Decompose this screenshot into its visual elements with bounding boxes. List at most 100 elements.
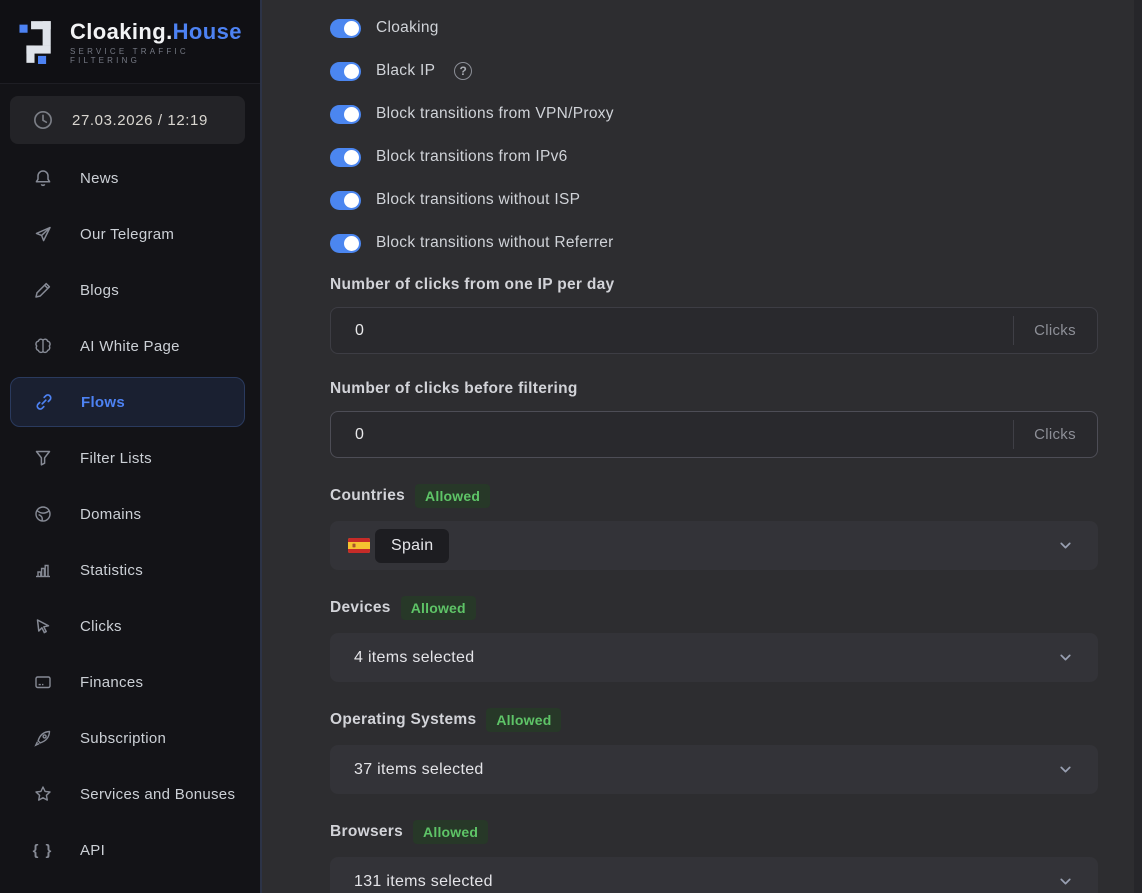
clicks-suffix: Clicks	[1013, 308, 1097, 353]
devices-label: Devices Allowed	[330, 596, 1098, 620]
clicks-per-ip-input[interactable]	[331, 308, 1013, 353]
sidebar-item-our-telegram[interactable]: Our Telegram	[0, 206, 260, 262]
devices-select[interactable]: 4 items selected	[330, 633, 1098, 682]
sidebar-item-services-and-bonuses[interactable]: Services and Bonuses	[0, 766, 260, 822]
allowed-badge: Allowed	[415, 484, 490, 508]
toggle-row-block-vpn-proxy: Block transitions from VPN/Proxy	[330, 103, 1098, 125]
toggle-row-block-no-referrer: Block transitions without Referrer	[330, 232, 1098, 254]
link-icon	[33, 391, 55, 413]
countries-label: Countries Allowed	[330, 484, 1098, 508]
allowed-badge: Allowed	[413, 820, 488, 844]
operating-systems-label: Operating Systems Allowed	[330, 708, 1098, 732]
sidebar-item-label: Flows	[81, 394, 125, 411]
clicks-per-ip-field: Clicks	[330, 307, 1098, 354]
sidebar: Cloaking.House SERVICE TRAFFIC FILTERING…	[0, 0, 262, 893]
cloaking-toggle[interactable]	[330, 19, 361, 38]
chevron-down-icon	[1057, 761, 1074, 778]
toggle-label: Block transitions without Referrer	[376, 234, 614, 252]
clicks-before-filtering-input[interactable]	[331, 412, 1013, 457]
browsers-select[interactable]: 131 items selected	[330, 857, 1098, 893]
clicks-before-filtering-field: Clicks	[330, 411, 1098, 458]
sidebar-nav: News Our Telegram Blogs AI White Page Fl…	[0, 150, 260, 878]
sidebar-item-statistics[interactable]: Statistics	[0, 542, 260, 598]
chevron-down-icon	[1057, 649, 1074, 666]
sidebar-item-label: Clicks	[80, 618, 122, 635]
browsers-label: Browsers Allowed	[330, 820, 1098, 844]
paper-plane-icon	[32, 223, 54, 245]
operating-systems-select[interactable]: 37 items selected	[330, 745, 1098, 794]
selected-country-chip[interactable]: Spain	[348, 529, 449, 563]
sidebar-item-filter-lists[interactable]: Filter Lists	[0, 430, 260, 486]
countries-select[interactable]: Spain	[330, 521, 1098, 570]
sidebar-item-label: Blogs	[80, 282, 119, 299]
chevron-down-icon	[1057, 873, 1074, 890]
toggle-label: Cloaking	[376, 19, 439, 37]
sidebar-item-label: Finances	[80, 674, 143, 691]
pencil-icon	[32, 279, 54, 301]
sidebar-item-label: News	[80, 170, 119, 187]
logo[interactable]: Cloaking.House SERVICE TRAFFIC FILTERING	[0, 0, 260, 84]
sidebar-item-ai-white-page[interactable]: AI White Page	[0, 318, 260, 374]
browsers-label-text: Browsers	[330, 823, 403, 841]
datetime-text: 27.03.2026 / 12:19	[72, 112, 208, 129]
brain-icon	[32, 335, 54, 357]
brand-logo-icon	[18, 20, 58, 64]
sidebar-item-label: Statistics	[80, 562, 143, 579]
help-icon[interactable]: ?	[454, 62, 472, 80]
sidebar-item-blogs[interactable]: Blogs	[0, 262, 260, 318]
devices-select-value: 4 items selected	[348, 649, 474, 667]
cursor-icon	[32, 615, 54, 637]
sidebar-item-label: Our Telegram	[80, 226, 174, 243]
sidebar-item-label: Filter Lists	[80, 450, 152, 467]
country-chip-label: Spain	[375, 529, 449, 563]
star-icon	[32, 783, 54, 805]
sidebar-item-label: Subscription	[80, 730, 166, 747]
spain-flag-icon	[348, 538, 370, 553]
credit-card-icon	[32, 671, 54, 693]
sidebar-item-domains[interactable]: Domains	[0, 486, 260, 542]
sidebar-item-label: Services and Bonuses	[80, 786, 235, 803]
toggle-label: Block transitions without ISP	[376, 191, 580, 209]
sidebar-item-news[interactable]: News	[0, 150, 260, 206]
clock-icon	[32, 109, 54, 131]
brand-tagline: SERVICE TRAFFIC FILTERING	[70, 47, 260, 65]
countries-label-text: Countries	[330, 487, 405, 505]
clicks-per-ip-label: Number of clicks from one IP per day	[330, 276, 1098, 294]
black-ip-toggle[interactable]	[330, 62, 361, 81]
bell-icon	[32, 167, 54, 189]
sidebar-item-label: AI White Page	[80, 338, 180, 355]
allowed-badge: Allowed	[401, 596, 476, 620]
operating-systems-select-value: 37 items selected	[348, 761, 484, 779]
block-no-isp-toggle[interactable]	[330, 191, 361, 210]
toggle-label: Block transitions from VPN/Proxy	[376, 105, 614, 123]
toggle-row-block-no-isp: Block transitions without ISP	[330, 189, 1098, 211]
flow-settings-panel: Cloaking Black IP ? Block transitions fr…	[264, 0, 1142, 893]
devices-label-text: Devices	[330, 599, 391, 617]
operating-systems-label-text: Operating Systems	[330, 711, 476, 729]
clicks-suffix: Clicks	[1013, 412, 1097, 457]
block-no-referrer-toggle[interactable]	[330, 234, 361, 253]
sidebar-item-api[interactable]: { } API	[0, 822, 260, 878]
funnel-icon	[32, 447, 54, 469]
rocket-icon	[32, 727, 54, 749]
toggle-row-black-ip: Black IP ?	[330, 60, 1098, 82]
sidebar-item-subscription[interactable]: Subscription	[0, 710, 260, 766]
toggle-row-block-ipv6: Block transitions from IPv6	[330, 146, 1098, 168]
sidebar-item-flows[interactable]: Flows	[10, 377, 245, 427]
page-scrollbar[interactable]	[1134, 0, 1142, 893]
clicks-before-filtering-label: Number of clicks before filtering	[330, 380, 1098, 398]
bar-chart-icon	[32, 559, 54, 581]
allowed-badge: Allowed	[486, 708, 561, 732]
toggle-row-cloaking: Cloaking	[330, 17, 1098, 39]
sidebar-item-clicks[interactable]: Clicks	[0, 598, 260, 654]
sidebar-item-finances[interactable]: Finances	[0, 654, 260, 710]
block-vpn-proxy-toggle[interactable]	[330, 105, 361, 124]
braces-icon: { }	[32, 839, 54, 861]
toggle-label: Black IP	[376, 62, 435, 80]
toggle-label: Block transitions from IPv6	[376, 148, 568, 166]
block-ipv6-toggle[interactable]	[330, 148, 361, 167]
sidebar-item-label: API	[80, 842, 105, 859]
globe-icon	[32, 503, 54, 525]
browsers-select-value: 131 items selected	[348, 873, 493, 891]
brand-name: Cloaking.House	[70, 19, 260, 45]
